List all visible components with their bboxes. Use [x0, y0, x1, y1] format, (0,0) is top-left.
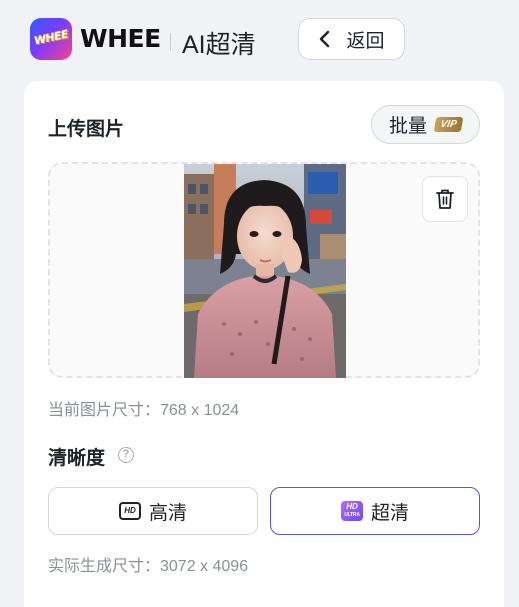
ultra-hd-option-button[interactable]: HD ULTRA 超清	[270, 487, 480, 535]
batch-button[interactable]: 批量 VIP	[371, 105, 480, 144]
header-divider	[170, 33, 171, 51]
ultra-hd-option-label: 超清	[370, 502, 409, 524]
app-header: WHEE WHEE AI超清 返回	[0, 0, 519, 80]
chevron-left-icon	[320, 30, 330, 48]
help-icon[interactable]: ?	[118, 447, 134, 463]
hd-option-button[interactable]: HD 高清	[48, 487, 258, 535]
uploaded-image-preview	[184, 164, 346, 378]
portrait-image	[184, 164, 346, 378]
hd-plus-icon-sub: ULTRA	[344, 512, 360, 518]
back-label: 返回	[346, 30, 385, 52]
hd-plus-icon-text: HD	[346, 502, 358, 511]
whee-logo[interactable]: WHEE	[30, 18, 72, 60]
brand-name: WHEE	[80, 24, 161, 53]
trash-icon	[436, 189, 454, 209]
clarity-section-title: 清晰度	[48, 448, 106, 469]
vip-badge: VIP	[433, 117, 464, 132]
hd-plus-icon: HD ULTRA	[340, 501, 363, 521]
hd-icon: HD	[118, 502, 141, 520]
settings-panel: 上传图片 批量 VIP 当前图片尺寸：768 x 1024 清晰度 ? HD 高…	[24, 81, 504, 607]
back-button[interactable]: 返回	[298, 18, 405, 60]
delete-image-button[interactable]	[422, 176, 468, 222]
output-size: 实际生成尺寸：3072 x 4096	[48, 558, 249, 575]
current-image-size: 当前图片尺寸：768 x 1024	[48, 402, 240, 419]
hd-option-label: 高清	[148, 502, 187, 524]
upload-section-title: 上传图片	[48, 119, 125, 140]
upload-zone[interactable]	[48, 162, 480, 378]
page-title: AI超清	[182, 31, 256, 59]
batch-label: 批量	[388, 116, 427, 137]
logo-text: WHEE	[32, 27, 70, 48]
